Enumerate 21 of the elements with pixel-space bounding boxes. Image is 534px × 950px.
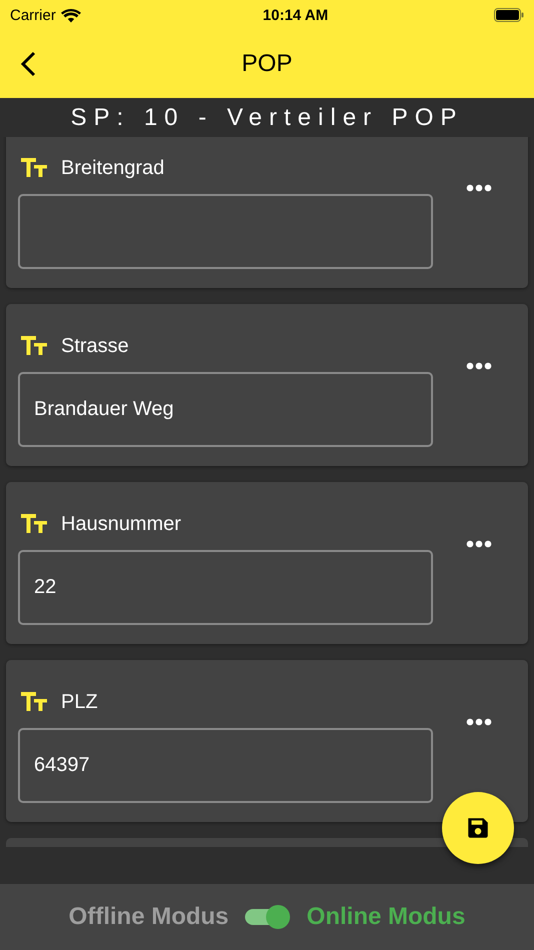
carrier-label: Carrier bbox=[10, 6, 56, 24]
status-time: 10:14 AM bbox=[262, 6, 328, 24]
field-label: PLZ bbox=[61, 690, 98, 714]
section-heading: SP: 10 - Verteiler POP bbox=[70, 104, 464, 132]
input-field[interactable]: Brandauer Weg bbox=[18, 372, 433, 447]
input-field[interactable]: 22 bbox=[18, 550, 433, 625]
field-label: Breitengrad bbox=[61, 156, 164, 180]
screen-title: POP bbox=[242, 50, 292, 78]
input-field[interactable]: 64397 bbox=[18, 728, 433, 803]
text-type-icon bbox=[21, 336, 47, 356]
text-type-icon bbox=[21, 158, 47, 178]
wifi-icon bbox=[60, 8, 81, 22]
online-mode-label: Online Modus bbox=[306, 903, 466, 931]
input-field[interactable] bbox=[18, 194, 433, 269]
offline-mode-label: Offline Modus bbox=[68, 903, 229, 931]
mode-switch[interactable] bbox=[244, 904, 291, 930]
text-type-icon bbox=[21, 514, 47, 534]
battery-icon bbox=[494, 8, 524, 22]
field-label: Strasse bbox=[61, 334, 129, 358]
text-type-icon bbox=[21, 692, 47, 712]
field-label: Hausnummer bbox=[61, 512, 182, 536]
